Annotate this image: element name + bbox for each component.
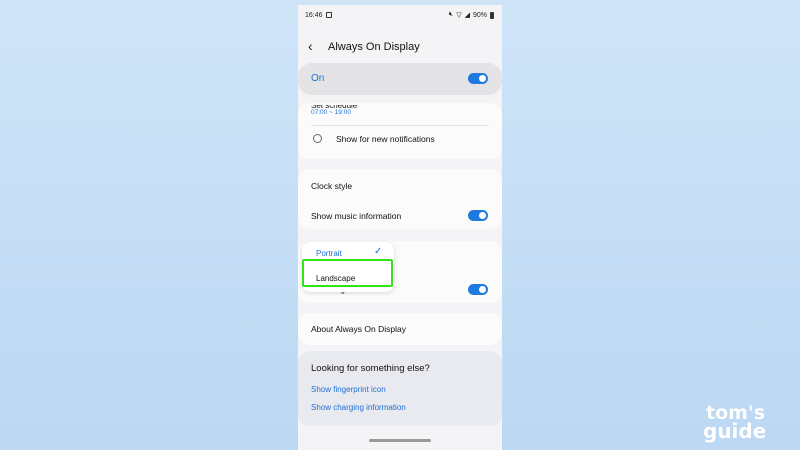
check-icon: ✓ [374,246,383,257]
notifications-radio[interactable] [313,134,322,143]
auto-brightness-toggle[interactable] [468,284,488,295]
battery-icon [490,11,494,19]
about-row[interactable]: About Always On Display [298,313,502,345]
fingerprint-icon-link[interactable]: Show fingerprint icon [311,385,386,394]
highlight-annotation-box [302,259,393,287]
about-label: About Always On Display [311,324,406,334]
show-notifications-label[interactable]: Show for new notifications [336,134,435,144]
music-info-label[interactable]: Show music information [311,211,401,221]
status-bar: 16:46 🔇︎ ▽ ◢ 90% [298,5,502,27]
charging-info-link[interactable]: Show charging information [311,403,406,412]
schedule-card: Set schedule 07:00 ~ 19:00 Show for new … [298,103,502,159]
looking-for-title: Looking for something else? [311,363,430,374]
gesture-nav-handle[interactable] [369,439,431,442]
status-right-icons: 🔇︎ ▽ ◢ 90% [449,11,494,19]
battery-percentage: 90% [472,11,487,19]
display-options-card: Clock style Show music information [298,169,502,229]
master-toggle-switch[interactable] [468,73,488,84]
schedule-time: 07:00 ~ 19:00 [311,109,351,116]
music-info-toggle[interactable] [468,210,488,221]
page-title: Always On Display [328,41,420,53]
looking-for-card: Looking for something else? Show fingerp… [298,351,502,426]
phone-screen: 16:46 🔇︎ ▽ ◢ 90% ‹ Always On Display On … [298,5,502,450]
page-header: ‹ Always On Display [298,37,502,59]
clock-style-item[interactable]: Clock style [311,181,352,191]
wifi-icon: ▽ [456,12,462,19]
mute-icon: 🔇︎ [448,11,454,18]
dropdown-option-portrait[interactable]: Portrait [316,249,342,258]
status-time: 16:46 [305,12,323,19]
gallery-notification-icon [326,12,332,18]
divider [311,125,489,126]
logo-line-2: guide [703,419,767,443]
back-arrow-icon[interactable]: ‹ [308,39,313,53]
master-toggle-label: On [311,73,325,84]
toms-guide-logo: tom's guide [700,402,790,444]
signal-icon: ◢ [464,12,470,19]
master-toggle-row[interactable]: On [298,63,502,95]
